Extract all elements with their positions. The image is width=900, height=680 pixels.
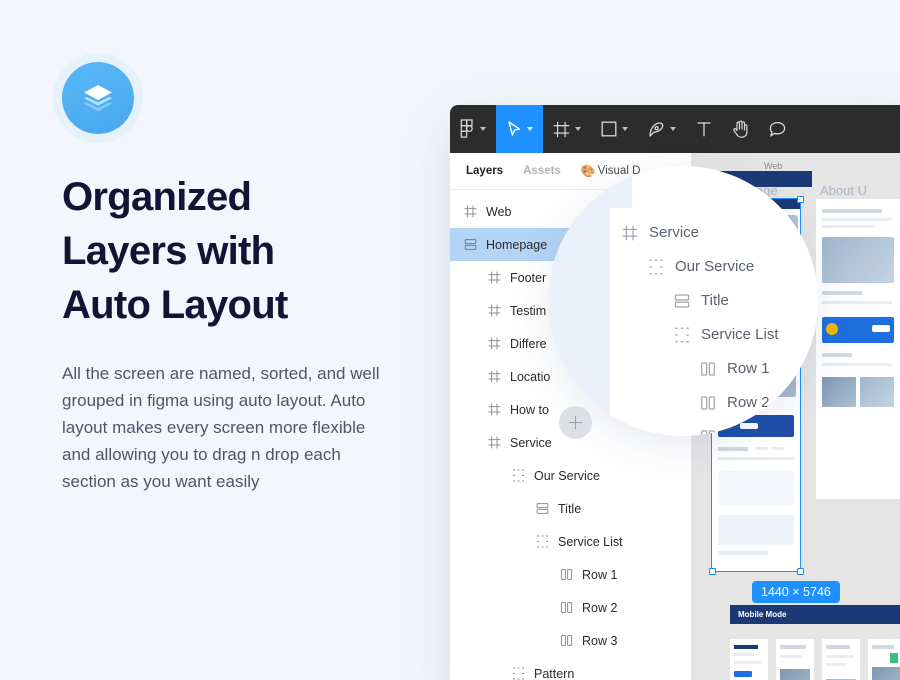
magnifier-layer-label: Service xyxy=(649,224,699,241)
frame-icon xyxy=(488,370,501,383)
chevron-down-icon[interactable] xyxy=(527,127,533,131)
columns-icon xyxy=(560,568,573,581)
shape-tool[interactable] xyxy=(591,105,638,153)
layer-label: Row 1 xyxy=(582,568,617,582)
component-icon xyxy=(674,327,690,343)
layer-label: Web xyxy=(486,205,511,219)
magnifier-layer-row: Title xyxy=(674,292,729,309)
magnifier-layer-row: Row 1 xyxy=(700,360,770,377)
selection-handle-br[interactable] xyxy=(797,568,804,575)
columns-icon xyxy=(700,395,716,411)
layer-label: Row 2 xyxy=(582,601,617,615)
magnifier-layer-row: Service xyxy=(622,224,699,241)
component-icon xyxy=(536,535,549,548)
frame-icon xyxy=(488,436,501,449)
frame-icon xyxy=(488,304,501,317)
magnifier-layer-label: Service List xyxy=(701,326,779,343)
selection-handle-bl[interactable] xyxy=(709,568,716,575)
columns-icon xyxy=(560,634,573,647)
layer-label: Locatio xyxy=(510,370,550,384)
layer-label: Row 3 xyxy=(582,634,617,648)
layer-label: Testim xyxy=(510,304,546,318)
magnifier-layer-label: R xyxy=(727,428,738,436)
component-icon xyxy=(512,469,525,482)
frame-icon xyxy=(464,205,477,218)
layer-label: Title xyxy=(558,502,581,516)
magnifier-layer-label: Row 1 xyxy=(727,360,770,377)
page-root: Organized Layers with Auto Layout All th… xyxy=(0,0,900,680)
magnifier-layer-row: R xyxy=(700,428,738,436)
layer-row[interactable]: Title xyxy=(450,492,691,525)
magnifier-layer-row: Service List xyxy=(674,326,779,343)
layer-label: Our Service xyxy=(534,469,600,483)
frame-icon xyxy=(488,337,501,350)
layer-label: Pattern xyxy=(534,667,574,680)
marketing-column: Organized Layers with Auto Layout All th… xyxy=(62,62,422,495)
layer-row[interactable]: Row 3 xyxy=(450,624,691,657)
canvas-mobile-frame[interactable] xyxy=(822,639,860,680)
layer-row[interactable]: Pattern xyxy=(450,657,691,680)
component-icon xyxy=(512,667,525,680)
columns-icon xyxy=(560,601,573,614)
move-tool[interactable] xyxy=(496,105,543,153)
text-tool[interactable] xyxy=(686,105,722,153)
page-description: All the screen are named, sorted, and we… xyxy=(62,360,392,495)
magnifier-layer-label: Our Service xyxy=(675,258,754,275)
chevron-down-icon[interactable] xyxy=(622,127,628,131)
columns-icon xyxy=(700,429,716,437)
canvas-mobile-frame[interactable] xyxy=(776,639,814,680)
page-title: Organized Layers with Auto Layout xyxy=(62,170,362,332)
layers-stack-icon xyxy=(62,62,134,134)
layer-label: How to xyxy=(510,403,549,417)
tab-layers[interactable]: Layers xyxy=(466,165,503,177)
layer-row[interactable]: Row 1 xyxy=(450,558,691,591)
magnifier-layer-label: Title xyxy=(701,292,729,309)
layer-label: Homepage xyxy=(486,238,547,252)
chevron-down-icon[interactable] xyxy=(575,127,581,131)
layer-row[interactable]: Our Service xyxy=(450,459,691,492)
chevron-down-icon[interactable] xyxy=(480,127,486,131)
canvas-frame-about[interactable] xyxy=(816,199,900,499)
chevron-down-icon[interactable] xyxy=(670,127,676,131)
figma-menu-icon[interactable] xyxy=(450,105,496,153)
frame-icon xyxy=(488,271,501,284)
layer-row[interactable]: Service List xyxy=(450,525,691,558)
magnifier-layer-label: Row 2 xyxy=(727,394,770,411)
comment-tool[interactable] xyxy=(759,105,796,153)
magnifier-layer-row: Our Service xyxy=(648,258,754,275)
magnifier-lens: Service Our Service Title Service List Row 1… xyxy=(548,166,818,436)
layer-label: Footer xyxy=(510,271,546,285)
layer-label: Differe xyxy=(510,337,547,351)
canvas-section-label: Mobile Mode xyxy=(730,605,900,624)
frame-icon xyxy=(488,403,501,416)
autolayout-icon xyxy=(464,238,477,251)
layer-label: Service xyxy=(510,436,552,450)
pen-tool[interactable] xyxy=(638,105,686,153)
hand-tool[interactable] xyxy=(722,105,759,153)
columns-icon xyxy=(700,361,716,377)
autolayout-icon xyxy=(674,293,690,309)
figma-toolbar xyxy=(450,105,900,153)
magnifier-layer-row: Row 2 xyxy=(700,394,770,411)
layer-row[interactable]: Row 2 xyxy=(450,591,691,624)
add-layer-button[interactable] xyxy=(559,406,592,439)
selection-dimension-badge: 1440 × 5746 xyxy=(752,581,840,603)
canvas-mobile-frame[interactable] xyxy=(730,639,768,680)
component-icon xyxy=(648,259,664,275)
frame-icon xyxy=(622,225,638,241)
layer-label: Service List xyxy=(558,535,623,549)
frame-tool[interactable] xyxy=(543,105,591,153)
autolayout-icon xyxy=(536,502,549,515)
canvas-mobile-frame[interactable] xyxy=(868,639,900,680)
canvas-frame-label-about: About U xyxy=(820,183,867,198)
